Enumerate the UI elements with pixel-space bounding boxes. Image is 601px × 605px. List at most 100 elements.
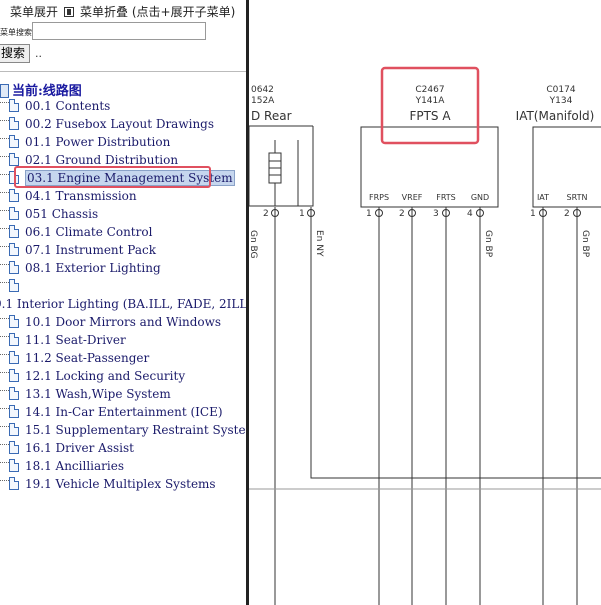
menu-toggle-bar: 菜单展开 菜单折叠 (点击+展开子菜单)	[10, 3, 235, 20]
tree-item-label: 18.1 Ancilliaries	[25, 459, 124, 473]
tree-item-label: 10.1 Door Mirrors and Windows	[25, 315, 222, 329]
tree-item-label: 04.1 Transmission	[25, 189, 137, 203]
tree-item[interactable]: 01.1 Power Distribution	[0, 133, 246, 151]
tree-item[interactable]: 03.1 Engine Management System	[0, 166, 246, 188]
right-component-code: C0174	[546, 85, 575, 95]
wire-label-right-2: Gn BP	[580, 230, 590, 258]
tree-item[interactable]: 00.2 Fusebox Layout Drawings	[0, 115, 246, 133]
tree-item[interactable]: 08.1 Exterior Lighting	[0, 259, 246, 277]
document-icon	[9, 135, 19, 148]
mid-component-name: FPTS A	[409, 109, 451, 123]
left-component-name: D Rear	[251, 109, 292, 123]
search-dots: ..	[35, 47, 42, 60]
tree-branch-line	[0, 138, 9, 139]
tree-item-label: 02.1 Ground Distribution	[25, 153, 179, 167]
document-icon	[9, 117, 19, 130]
tree-branch-line	[0, 462, 9, 463]
search-button[interactable]: 搜索	[0, 44, 30, 63]
tree-branch-line	[0, 102, 9, 103]
tree-branch-line	[0, 354, 9, 355]
tree-item-label: 14.1 In-Car Entertainment (ICE)	[25, 405, 223, 419]
tree-item[interactable]: 16.1 Driver Assist	[0, 439, 246, 457]
document-icon	[9, 189, 19, 202]
svg-text:1: 1	[366, 209, 372, 219]
tree-branch-line	[0, 192, 9, 193]
tree-item[interactable]: 04.1 Transmission	[0, 187, 246, 205]
document-icon	[9, 225, 19, 238]
tree-item-label: 15.1 Supplementary Restraint System	[25, 423, 246, 437]
tree-branch-line	[0, 156, 9, 157]
tree-item-label: 08.1 Exterior Lighting	[25, 261, 161, 275]
mid-component-code: C2467	[415, 85, 444, 95]
tree-branch-line	[0, 318, 9, 319]
tree-branch-line	[0, 228, 9, 229]
svg-text:2: 2	[399, 209, 405, 219]
tree-item-label: 03.1 Engine Management System	[25, 170, 235, 186]
svg-text:1: 1	[299, 209, 305, 219]
tree-branch-line	[0, 174, 9, 175]
tree-item[interactable]: 07.1 Instrument Pack	[0, 241, 246, 259]
tree-branch-line	[0, 408, 9, 409]
right-component-location: Y134	[549, 96, 573, 106]
tree-branch-line	[0, 426, 9, 427]
tree-item[interactable]: 02.1 Ground Distribution	[0, 151, 246, 169]
tree-item[interactable]: 14.1 In-Car Entertainment (ICE)	[0, 403, 246, 421]
tree-item-label: 06.1 Climate Control	[25, 225, 153, 239]
tree-item[interactable]: 12.1 Locking and Security	[0, 367, 246, 385]
tree-item[interactable]: 19.1 Vehicle Multiplex Systems	[0, 475, 246, 493]
tree-item[interactable]: 11.2 Seat-Passenger	[0, 349, 246, 367]
document-icon	[9, 243, 19, 256]
tree-item[interactable]: 00.1 Contents	[0, 97, 246, 115]
search-label: 菜单搜索	[0, 28, 32, 37]
svg-text:1: 1	[530, 209, 536, 219]
tree-item[interactable]: 18.1 Ancilliaries	[0, 457, 246, 475]
svg-text:2: 2	[263, 209, 269, 219]
tree-item-label: 9.1 Interior Lighting (BA.ILL, FADE, 2IL…	[0, 297, 246, 311]
tree-branch-line	[0, 336, 9, 337]
tree-branch-line	[0, 210, 9, 211]
tree-item[interactable]: 051 Chassis	[0, 205, 246, 223]
document-icon	[9, 351, 19, 364]
tree-branch-line	[0, 444, 9, 445]
menu-panel: 菜单展开 菜单折叠 (点击+展开子菜单) 菜单搜索 搜索 .. 当前:线路图 00…	[0, 0, 246, 605]
tree-item[interactable]: 9.1 Interior Lighting (BA.ILL, FADE, 2IL…	[0, 295, 246, 313]
menu-expand-link[interactable]: 菜单展开	[10, 5, 58, 19]
document-icon	[9, 459, 19, 472]
document-icon	[9, 261, 19, 274]
tree-item[interactable]	[0, 277, 246, 295]
wire-label-left-2: En NY	[314, 230, 324, 257]
tree-branch-line	[0, 480, 9, 481]
document-icon	[9, 405, 19, 418]
document-icon	[9, 387, 19, 400]
document-icon	[9, 315, 19, 328]
document-icon	[9, 333, 19, 346]
tree-item-label: 07.1 Instrument Pack	[25, 243, 156, 257]
tree-item-label: 11.2 Seat-Passenger	[25, 351, 150, 365]
svg-text:4: 4	[467, 209, 473, 219]
menu-search-input[interactable]	[32, 22, 206, 40]
document-icon	[9, 369, 19, 382]
tree-item-label: 00.1 Contents	[25, 99, 111, 113]
menu-hint: (点击+展开子菜单)	[131, 5, 236, 19]
tree-item-label: 01.1 Power Distribution	[25, 135, 171, 149]
document-icon	[9, 207, 19, 220]
collapse-icon	[64, 6, 75, 17]
right-component-name: IAT(Manifold)	[516, 109, 595, 123]
tree-item[interactable]: 15.1 Supplementary Restraint System	[0, 421, 246, 439]
wire-label-left-1: Gn BG	[249, 230, 258, 259]
tree-item[interactable]: 06.1 Climate Control	[0, 223, 246, 241]
tree-item-label: 11.1 Seat-Driver	[25, 333, 126, 347]
tree-item-label: 13.1 Wash,Wipe System	[25, 387, 171, 401]
wiring-diagram-view: 0642 152A D Rear C2467 Y141A FPTS A FRPS…	[249, 0, 601, 605]
menu-collapse-link[interactable]: 菜单折叠	[80, 5, 128, 19]
document-icon	[9, 441, 19, 454]
svg-text:IAT: IAT	[537, 193, 549, 202]
divider-line	[0, 71, 246, 72]
svg-text:3: 3	[433, 209, 439, 219]
tree-item[interactable]: 11.1 Seat-Driver	[0, 331, 246, 349]
tree-item[interactable]: 13.1 Wash,Wipe System	[0, 385, 246, 403]
document-icon	[9, 477, 19, 490]
tree-branch-line	[0, 246, 9, 247]
tree-item[interactable]: 10.1 Door Mirrors and Windows	[0, 313, 246, 331]
tree-item-label: 00.2 Fusebox Layout Drawings	[25, 117, 215, 131]
